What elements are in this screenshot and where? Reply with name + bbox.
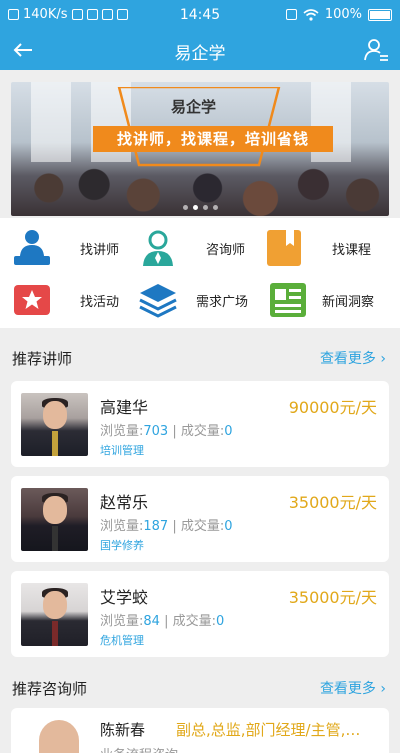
- view-more-consultants-link[interactable]: 查看更多 ›: [320, 678, 386, 698]
- views-label: 浏览量:: [100, 519, 144, 534]
- lecturer-stats: 浏览量:703 | 成交量:0: [100, 424, 233, 439]
- view-more-lecturers-link[interactable]: 查看更多 ›: [320, 348, 386, 368]
- bookmark-icon: [267, 230, 301, 266]
- view-more-label: 查看更多: [319, 681, 376, 697]
- lecturer-price: 35000元/天: [288, 588, 377, 607]
- lecturer-photo: [21, 583, 88, 646]
- lecturer-price: 35000元/天: [288, 493, 377, 512]
- menu-label: 找课程: [332, 242, 372, 258]
- views-count: 187: [143, 519, 169, 534]
- status-right: 100%: [285, 7, 392, 22]
- battery-icon: [368, 8, 392, 21]
- view-more-label: 查看更多: [319, 351, 376, 367]
- section-title: 推荐咨询师: [12, 680, 88, 698]
- menu-find-activity[interactable]: 找活动: [12, 280, 119, 320]
- lecturer-card[interactable]: 高建华 90000元/天 浏览量:703 | 成交量:0 培训管理: [11, 381, 389, 467]
- lecturer-tag: 培训管理: [100, 444, 144, 457]
- deals-count: 0: [224, 519, 233, 534]
- views-count: 703: [143, 424, 169, 439]
- section-title: 推荐讲师: [12, 350, 73, 368]
- menu-demand-plaza[interactable]: 需求广场: [138, 280, 248, 320]
- menu-label: 找活动: [80, 294, 120, 310]
- chevron-right-icon: ›: [380, 351, 386, 367]
- nav-bar: 易企学: [0, 30, 400, 70]
- banner-brand: 易企学: [171, 98, 217, 116]
- mute-icon: [285, 9, 297, 20]
- views-label: 浏览量:: [100, 614, 144, 629]
- views-count: 84: [143, 614, 160, 629]
- menu-consultant[interactable]: 咨询师: [138, 228, 245, 268]
- consultant-target: 副总,总监,部门经理/主管,…: [176, 721, 361, 739]
- menu-label: 找讲师: [80, 242, 120, 258]
- menu-label: 新闻洞察: [322, 294, 375, 310]
- layers-icon: [139, 284, 177, 318]
- deals-label: 成交量:: [172, 614, 216, 629]
- deals-label: 成交量:: [180, 519, 225, 534]
- news-icon: [270, 283, 306, 317]
- lecturer-photo: [21, 393, 88, 456]
- lecturer-photo: [21, 488, 88, 551]
- deals-count: 0: [224, 424, 233, 439]
- lecturer-name: 艾学蛟: [100, 588, 149, 607]
- lecturer-name: 高建华: [100, 398, 149, 417]
- lecturer-tag: 国学修养: [100, 539, 144, 552]
- views-label: 浏览量:: [100, 424, 144, 439]
- page-title: 易企学: [174, 44, 226, 64]
- lecturer-name: 赵常乐: [100, 493, 149, 512]
- battery-percent: 100%: [324, 7, 362, 22]
- carousel-dot[interactable]: [202, 205, 208, 210]
- lecturer-tag: 危机管理: [100, 634, 144, 647]
- deals-count: 0: [215, 614, 225, 629]
- quick-menu: 找讲师 咨询师 找课程 找活动 需求广场 新闻洞察: [0, 218, 400, 328]
- menu-find-lecturer[interactable]: 找讲师: [12, 228, 119, 268]
- menu-find-course[interactable]: 找课程: [264, 228, 371, 268]
- wifi-icon: [303, 8, 319, 21]
- lecturer-price: 90000元/天: [288, 398, 377, 417]
- star-flag-icon: [14, 285, 50, 315]
- consultant-name: 陈新春: [100, 721, 146, 739]
- carousel-dots: [11, 205, 389, 210]
- user-list-icon[interactable]: [362, 36, 390, 64]
- consultant-card[interactable]: 陈新春 副总,总监,部门经理/主管,… 业务流程咨询: [11, 708, 389, 753]
- lecturer-card[interactable]: 赵常乐 35000元/天 浏览量:187 | 成交量:0 国学修养: [11, 476, 389, 562]
- status-bar: 140K/s 14:45 100%: [0, 0, 400, 30]
- carousel-dot[interactable]: [182, 205, 188, 210]
- chevron-right-icon: ›: [380, 681, 386, 697]
- menu-label: 咨询师: [206, 242, 246, 258]
- menu-news-insight[interactable]: 新闻洞察: [268, 280, 374, 320]
- deals-label: 成交量:: [180, 424, 225, 439]
- lecturer-stats: 浏览量:187 | 成交量:0: [100, 519, 233, 534]
- lecturer-stats: 浏览量:84 | 成交量:0: [100, 614, 225, 629]
- menu-label: 需求广场: [196, 294, 249, 310]
- banner-slogan: 找讲师，找课程，培训省钱: [93, 126, 333, 152]
- lecturer-icon: [14, 230, 50, 265]
- consultant-icon: [143, 230, 173, 266]
- section-recommended-lecturers: 推荐讲师 查看更多 ›: [0, 340, 400, 374]
- carousel-dot-active[interactable]: [192, 205, 198, 210]
- consultant-field: 业务流程咨询: [100, 744, 178, 753]
- carousel-dot[interactable]: [212, 205, 218, 210]
- consultant-photo: [39, 720, 79, 753]
- banner-carousel[interactable]: 易企学 找讲师，找课程，培训省钱: [11, 82, 389, 216]
- lecturer-card[interactable]: 艾学蛟 35000元/天 浏览量:84 | 成交量:0 危机管理: [11, 571, 389, 657]
- section-recommended-consultants: 推荐咨询师 查看更多 ›: [0, 670, 400, 704]
